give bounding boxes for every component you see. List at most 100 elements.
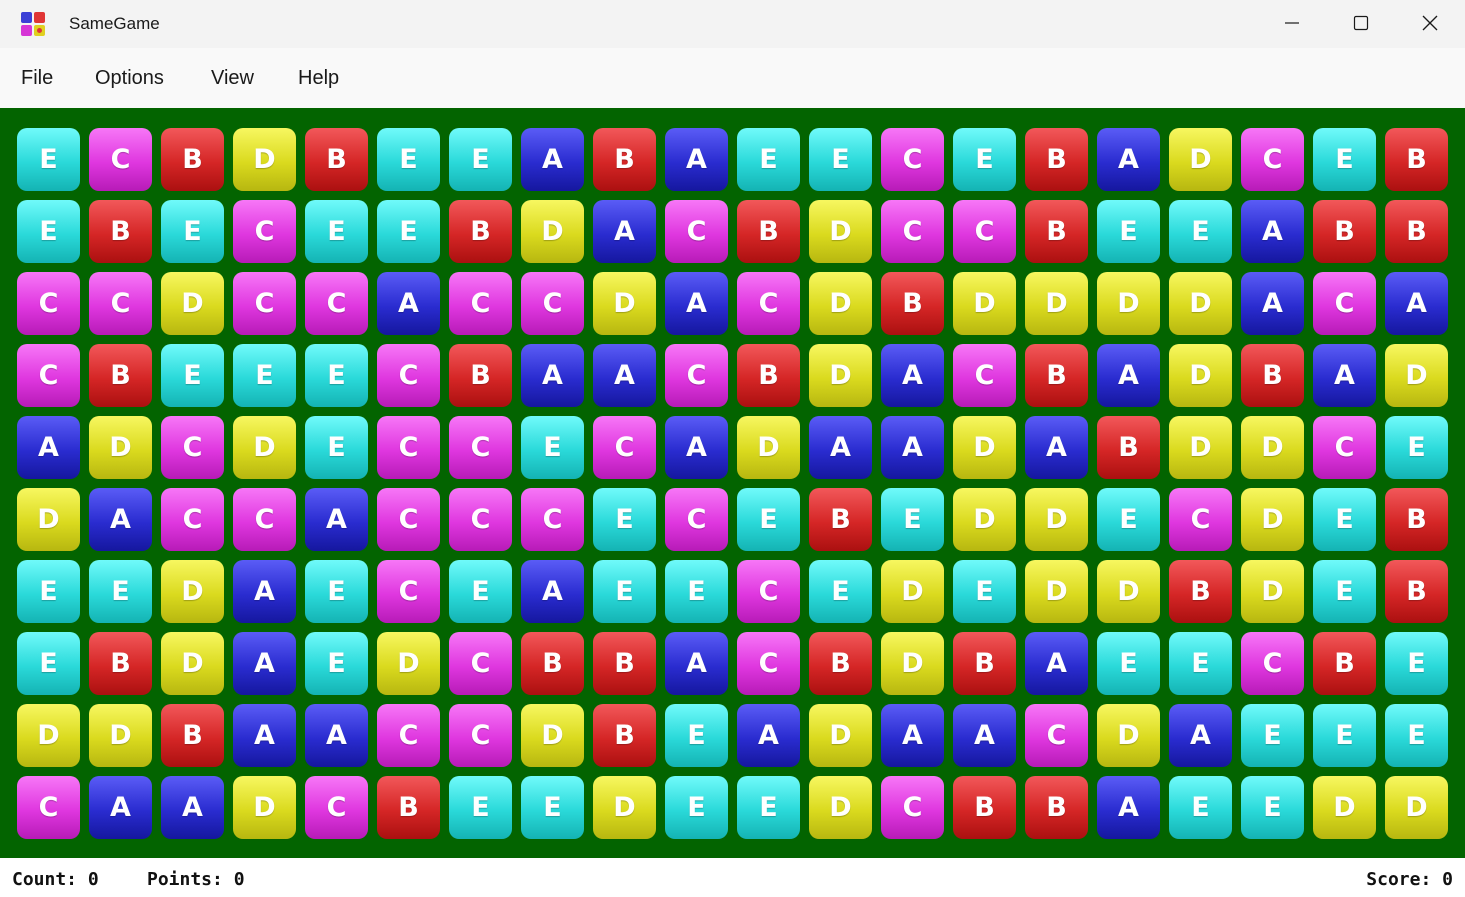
tile[interactable]: E [1385, 416, 1448, 479]
tile[interactable]: A [1313, 344, 1376, 407]
tile[interactable]: C [377, 560, 440, 623]
tile[interactable]: B [449, 200, 512, 263]
tile[interactable]: A [593, 200, 656, 263]
tile[interactable]: E [305, 632, 368, 695]
tile[interactable]: E [233, 344, 296, 407]
tile[interactable]: E [1385, 704, 1448, 767]
tile[interactable]: D [809, 272, 872, 335]
tile[interactable]: C [449, 632, 512, 695]
tile[interactable]: E [161, 200, 224, 263]
tile[interactable]: C [17, 776, 80, 839]
close-button[interactable] [1395, 0, 1464, 46]
tile[interactable]: B [737, 344, 800, 407]
tile[interactable]: D [161, 272, 224, 335]
tile[interactable]: C [305, 272, 368, 335]
tile[interactable]: C [593, 416, 656, 479]
tile[interactable]: A [1025, 632, 1088, 695]
tile[interactable]: C [233, 200, 296, 263]
tile[interactable]: B [521, 632, 584, 695]
tile[interactable]: A [161, 776, 224, 839]
tile[interactable]: B [953, 632, 1016, 695]
tile[interactable]: C [881, 776, 944, 839]
tile[interactable]: A [305, 488, 368, 551]
tile[interactable]: D [17, 704, 80, 767]
tile[interactable]: E [1313, 128, 1376, 191]
tile[interactable]: D [809, 704, 872, 767]
tile[interactable]: E [809, 560, 872, 623]
tile[interactable]: E [161, 344, 224, 407]
tile[interactable]: A [1097, 344, 1160, 407]
tile[interactable]: D [1025, 560, 1088, 623]
tile[interactable]: A [1097, 776, 1160, 839]
tile[interactable]: D [1241, 416, 1304, 479]
menu-options[interactable]: Options [95, 65, 164, 91]
tile[interactable]: E [305, 344, 368, 407]
tile[interactable]: C [1025, 704, 1088, 767]
tile[interactable]: A [665, 128, 728, 191]
tile[interactable]: A [89, 488, 152, 551]
tile[interactable]: E [737, 776, 800, 839]
tile[interactable]: C [377, 416, 440, 479]
tile[interactable]: B [1025, 776, 1088, 839]
tile[interactable]: A [665, 272, 728, 335]
tile[interactable]: D [161, 560, 224, 623]
tile[interactable]: C [1313, 272, 1376, 335]
tile[interactable]: C [449, 416, 512, 479]
tile[interactable]: C [881, 128, 944, 191]
tile[interactable]: A [1241, 272, 1304, 335]
tile[interactable]: E [521, 416, 584, 479]
tile[interactable]: C [89, 128, 152, 191]
tile[interactable]: E [305, 560, 368, 623]
tile[interactable]: A [377, 272, 440, 335]
tile[interactable]: B [1025, 344, 1088, 407]
tile[interactable]: E [1313, 704, 1376, 767]
tile[interactable]: D [1169, 128, 1232, 191]
tile[interactable]: D [89, 416, 152, 479]
tile[interactable]: B [593, 704, 656, 767]
tile[interactable]: B [449, 344, 512, 407]
tile[interactable]: C [377, 344, 440, 407]
tile[interactable]: E [1169, 632, 1232, 695]
tile[interactable]: A [521, 344, 584, 407]
tile[interactable]: A [17, 416, 80, 479]
tile[interactable]: A [881, 704, 944, 767]
tile[interactable]: B [953, 776, 1016, 839]
tile[interactable]: C [665, 488, 728, 551]
tile[interactable]: E [1313, 488, 1376, 551]
tile[interactable]: E [593, 560, 656, 623]
tile[interactable]: E [953, 128, 1016, 191]
maximize-button[interactable] [1326, 0, 1395, 46]
tile[interactable]: D [521, 200, 584, 263]
tile[interactable]: E [665, 704, 728, 767]
tile[interactable]: B [809, 488, 872, 551]
tile[interactable]: D [1097, 560, 1160, 623]
tile[interactable]: E [1169, 200, 1232, 263]
tile[interactable]: B [89, 200, 152, 263]
tile[interactable]: D [737, 416, 800, 479]
tile[interactable]: D [377, 632, 440, 695]
tile[interactable]: E [17, 128, 80, 191]
tile[interactable]: C [89, 272, 152, 335]
tile[interactable]: B [1385, 200, 1448, 263]
tile[interactable]: C [377, 704, 440, 767]
tile[interactable]: D [953, 488, 1016, 551]
tile[interactable]: D [161, 632, 224, 695]
tile[interactable]: C [521, 272, 584, 335]
tile[interactable]: E [1241, 776, 1304, 839]
tile[interactable]: E [665, 776, 728, 839]
tile[interactable]: B [161, 704, 224, 767]
tile[interactable]: A [593, 344, 656, 407]
tile[interactable]: C [449, 488, 512, 551]
tile[interactable]: E [665, 560, 728, 623]
tile[interactable]: B [1313, 632, 1376, 695]
tile[interactable]: E [1097, 200, 1160, 263]
tile[interactable]: D [809, 200, 872, 263]
tile[interactable]: E [1097, 488, 1160, 551]
tile[interactable]: B [1097, 416, 1160, 479]
tile[interactable]: D [89, 704, 152, 767]
tile[interactable]: D [593, 272, 656, 335]
tile[interactable]: D [953, 416, 1016, 479]
tile[interactable]: A [1385, 272, 1448, 335]
tile[interactable]: C [953, 344, 1016, 407]
tile[interactable]: B [1385, 560, 1448, 623]
